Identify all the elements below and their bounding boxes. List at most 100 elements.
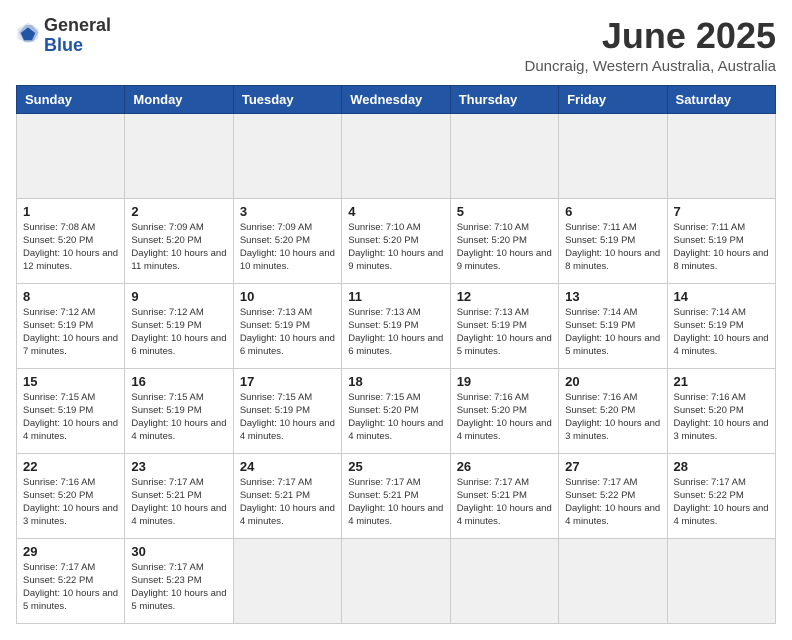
col-saturday: Saturday [667,85,775,113]
day-info-13: Sunrise: 7:14 AMSunset: 5:19 PMDaylight:… [565,306,660,359]
calendar-cell-3-6: 21 Sunrise: 7:16 AMSunset: 5:20 PMDayligh… [667,368,775,453]
day-info-3: Sunrise: 7:09 AMSunset: 5:20 PMDaylight:… [240,221,335,274]
day-info-17: Sunrise: 7:15 AMSunset: 5:19 PMDaylight:… [240,391,335,444]
calendar-cell-3-5: 20 Sunrise: 7:16 AMSunset: 5:20 PMDayligh… [559,368,667,453]
calendar-cell-1-3: 4Sunrise: 7:10 AMSunset: 5:20 PMDaylight… [342,198,450,283]
day-info-29: Sunrise: 7:17 AMSunset: 5:22 PMDaylight:… [23,561,118,614]
day-number-13: 13 [565,289,660,304]
day-info-18: Sunrise: 7:15 AMSunset: 5:20 PMDaylight:… [348,391,443,444]
day-number-16: 16 [131,374,226,389]
day-info-7: Sunrise: 7:11 AMSunset: 5:19 PMDaylight:… [674,221,769,274]
col-thursday: Thursday [450,85,558,113]
calendar-cell-4-6: 28 Sunrise: 7:17 AMSunset: 5:22 PMDayligh… [667,453,775,538]
calendar-cell-4-5: 27 Sunrise: 7:17 AMSunset: 5:22 PMDayligh… [559,453,667,538]
month-title: June 2025 [524,16,776,56]
week-row-4: 22 Sunrise: 7:16 AMSunset: 5:20 PMDayligh… [17,453,776,538]
day-info-11: Sunrise: 7:13 AMSunset: 5:19 PMDaylight:… [348,306,443,359]
calendar-cell-4-0: 22 Sunrise: 7:16 AMSunset: 5:20 PMDayligh… [17,453,125,538]
week-row-5: 29Sunrise: 7:17 AMSunset: 5:22 PMDayligh… [17,538,776,623]
day-number-11: 11 [348,289,443,304]
day-info-1: Sunrise: 7:08 AMSunset: 5:20 PMDaylight:… [23,221,118,274]
day-info-22: Sunrise: 7:16 AMSunset: 5:20 PMDaylight:… [23,476,118,529]
calendar-cell-4-1: 23Sunrise: 7:17 AMSunset: 5:21 PMDayligh… [125,453,233,538]
calendar-cell-2-0: 8 Sunrise: 7:12 AMSunset: 5:19 PMDaylight… [17,283,125,368]
calendar-cell-1-6: 7Sunrise: 7:11 AMSunset: 5:19 PMDaylight… [667,198,775,283]
day-info-9: Sunrise: 7:12 AMSunset: 5:19 PMDaylight:… [131,306,226,359]
calendar-cell-0-2 [233,113,341,198]
col-wednesday: Wednesday [342,85,450,113]
calendar-header-row: Sunday Monday Tuesday Wednesday Thursday… [17,85,776,113]
calendar-table: Sunday Monday Tuesday Wednesday Thursday… [16,85,776,624]
day-number-4: 4 [348,204,443,219]
day-number-18: 18 [348,374,443,389]
day-number-22: 22 [23,459,118,474]
calendar-cell-2-2: 10 Sunrise: 7:13 AMSunset: 5:19 PMDayligh… [233,283,341,368]
day-number-20: 20 [565,374,660,389]
logo-icon [16,21,40,45]
calendar-cell-1-2: 3 Sunrise: 7:09 AMSunset: 5:20 PMDaylight… [233,198,341,283]
calendar-cell-3-4: 19Sunrise: 7:16 AMSunset: 5:20 PMDayligh… [450,368,558,453]
day-info-24: Sunrise: 7:17 AMSunset: 5:21 PMDaylight:… [240,476,335,529]
day-info-25: Sunrise: 7:17 AMSunset: 5:21 PMDaylight:… [348,476,443,529]
calendar-cell-2-4: 12Sunrise: 7:13 AMSunset: 5:19 PMDayligh… [450,283,558,368]
day-info-21: Sunrise: 7:16 AMSunset: 5:20 PMDaylight:… [674,391,769,444]
col-friday: Friday [559,85,667,113]
day-number-27: 27 [565,459,660,474]
calendar-cell-2-5: 13 Sunrise: 7:14 AMSunset: 5:19 PMDayligh… [559,283,667,368]
day-info-8: Sunrise: 7:12 AMSunset: 5:19 PMDaylight:… [23,306,118,359]
logo-blue: Blue [44,36,111,56]
day-number-2: 2 [131,204,226,219]
calendar-cell-0-5 [559,113,667,198]
day-number-15: 15 [23,374,118,389]
day-number-30: 30 [131,544,226,559]
calendar-cell-2-6: 14 Sunrise: 7:14 AMSunset: 5:19 PMDayligh… [667,283,775,368]
day-number-9: 9 [131,289,226,304]
day-info-20: Sunrise: 7:16 AMSunset: 5:20 PMDaylight:… [565,391,660,444]
day-number-5: 5 [457,204,552,219]
day-number-17: 17 [240,374,335,389]
day-number-14: 14 [674,289,769,304]
calendar-cell-3-0: 15Sunrise: 7:15 AMSunset: 5:19 PMDayligh… [17,368,125,453]
calendar-cell-1-1: 2Sunrise: 7:09 AMSunset: 5:20 PMDaylight… [125,198,233,283]
day-number-19: 19 [457,374,552,389]
logo-general: General [44,16,111,36]
location: Duncraig, Western Australia, Australia [524,58,776,75]
day-number-28: 28 [674,459,769,474]
day-number-21: 21 [674,374,769,389]
calendar-cell-1-5: 6Sunrise: 7:11 AMSunset: 5:19 PMDaylight… [559,198,667,283]
day-number-3: 3 [240,204,335,219]
day-info-10: Sunrise: 7:13 AMSunset: 5:19 PMDaylight:… [240,306,335,359]
calendar-cell-0-1 [125,113,233,198]
calendar-cell-0-3 [342,113,450,198]
calendar-cell-0-0 [17,113,125,198]
calendar-cell-5-2 [233,538,341,623]
calendar-cell-4-2: 24 Sunrise: 7:17 AMSunset: 5:21 PMDayligh… [233,453,341,538]
day-number-10: 10 [240,289,335,304]
calendar-cell-5-6 [667,538,775,623]
day-info-28: Sunrise: 7:17 AMSunset: 5:22 PMDaylight:… [674,476,769,529]
day-number-1: 1 [23,204,118,219]
calendar-cell-5-1: 30Sunrise: 7:17 AMSunset: 5:23 PMDayligh… [125,538,233,623]
day-info-27: Sunrise: 7:17 AMSunset: 5:22 PMDaylight:… [565,476,660,529]
calendar-cell-3-2: 17 Sunrise: 7:15 AMSunset: 5:19 PMDayligh… [233,368,341,453]
title-area: June 2025 Duncraig, Western Australia, A… [524,16,776,75]
day-info-5: Sunrise: 7:10 AMSunset: 5:20 PMDaylight:… [457,221,552,274]
day-info-14: Sunrise: 7:14 AMSunset: 5:19 PMDaylight:… [674,306,769,359]
calendar-cell-3-3: 18 Sunrise: 7:15 AMSunset: 5:20 PMDayligh… [342,368,450,453]
day-number-25: 25 [348,459,443,474]
day-number-8: 8 [23,289,118,304]
day-number-24: 24 [240,459,335,474]
col-tuesday: Tuesday [233,85,341,113]
calendar-cell-4-3: 25 Sunrise: 7:17 AMSunset: 5:21 PMDayligh… [342,453,450,538]
calendar-cell-5-4 [450,538,558,623]
calendar-cell-2-3: 11 Sunrise: 7:13 AMSunset: 5:19 PMDayligh… [342,283,450,368]
calendar-cell-4-4: 26Sunrise: 7:17 AMSunset: 5:21 PMDayligh… [450,453,558,538]
day-number-6: 6 [565,204,660,219]
page-header: General Blue June 2025 Duncraig, Western… [16,16,776,75]
calendar-cell-0-4 [450,113,558,198]
col-monday: Monday [125,85,233,113]
col-sunday: Sunday [17,85,125,113]
week-row-2: 8 Sunrise: 7:12 AMSunset: 5:19 PMDaylight… [17,283,776,368]
week-row-3: 15 Sunrise: 7:15 AMSunset: 5:19 PMDayligh… [17,368,776,453]
day-number-12: 12 [457,289,552,304]
